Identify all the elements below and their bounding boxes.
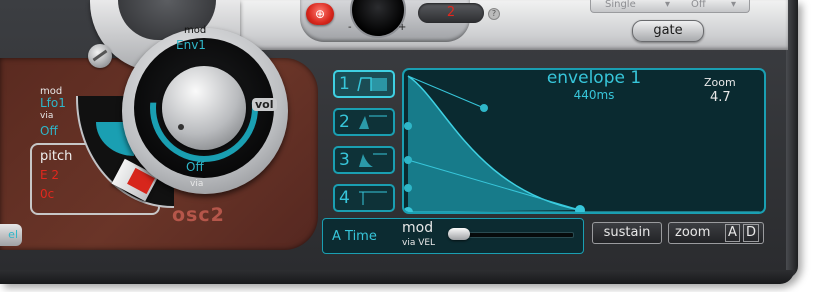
dropdown-arrow-icon: ▾ [665, 0, 671, 10]
mode-dropdown-left[interactable]: Single [605, 0, 636, 10]
envelope-selector-number: 3 [339, 150, 350, 170]
knob-indicator-icon [178, 124, 184, 130]
envelope-selector-number: 1 [339, 74, 350, 94]
envelope-shape-icon [359, 153, 387, 167]
envelope-shape-icon [359, 115, 387, 129]
left-via-label: via [40, 111, 54, 121]
sustain-button[interactable]: sustain [592, 222, 662, 244]
left-mod-source[interactable]: Lfo1 [40, 96, 66, 110]
a-time-slider-track[interactable] [454, 232, 574, 238]
envelope-shape-icon [359, 191, 387, 205]
envelope-selector-1[interactable]: 1 [333, 70, 395, 98]
a-time-label: A Time [332, 229, 377, 244]
cent-value[interactable]: 0c [40, 187, 54, 201]
envelope-handle-point [404, 184, 412, 192]
zoom-label: Zoom [704, 76, 736, 89]
vol-via-label: via [190, 179, 204, 189]
envelope-selector-3[interactable]: 3 [333, 146, 395, 174]
power-button[interactable]: ⊕ [306, 3, 334, 25]
envelope-time: 440ms [573, 88, 615, 102]
zoom-a-button[interactable]: A [725, 224, 740, 242]
envelope-selector-2[interactable]: 2 [333, 108, 395, 136]
dropdown-arrow-icon: ▾ [731, 0, 737, 10]
zoom-button-label: zoom [675, 225, 711, 240]
mode-dropdowns[interactable]: Single ▾ Off ▾ [590, 0, 750, 13]
vol-mod-label: mod [184, 25, 207, 36]
a-time-mod-label: mod [402, 220, 434, 236]
envelope-end-point [575, 205, 585, 212]
mini-knob-plus: + [398, 22, 407, 33]
synth-panel: ⊕ - + 2 ? Single ▾ Off ▾ gate el osc2 mo… [0, 0, 822, 292]
volume-knob[interactable] [162, 66, 246, 150]
mini-knob-minus: - [348, 22, 352, 33]
envelope-selector-number: 2 [339, 112, 350, 132]
vol-label: vol [252, 98, 277, 111]
envelope-handle-point [480, 104, 488, 112]
pitch-value[interactable]: E 2 [40, 168, 59, 182]
vol-via-value[interactable]: Off [186, 160, 204, 174]
envelope-handle-point [404, 156, 412, 164]
voice-number-display[interactable]: 2 [418, 3, 484, 23]
bottom-edge [0, 270, 794, 284]
zoom-d-button[interactable]: D [743, 224, 760, 242]
side-tab[interactable]: el [0, 224, 22, 246]
power-icon: ⊕ [314, 7, 326, 21]
a-time-slider-thumb[interactable] [448, 228, 470, 240]
mode-dropdown-right[interactable]: Off [691, 0, 706, 10]
vol-mod-source[interactable]: Env1 [176, 38, 206, 52]
left-via-value[interactable]: Off [40, 124, 58, 138]
info-icon[interactable]: ? [488, 8, 500, 20]
envelope-display[interactable]: envelope 1 440ms Zoom 4.7 [402, 68, 766, 214]
envelope-title: envelope 1 [546, 68, 642, 88]
envelope-handle-point [404, 122, 412, 130]
a-time-via-label[interactable]: via VEL [402, 238, 435, 248]
zoom-value[interactable]: 4.7 [710, 90, 731, 105]
envelope-selector-4[interactable]: 4 [333, 184, 395, 212]
envelope-shape-icon [357, 77, 387, 92]
osc2-label: osc2 [172, 204, 225, 226]
gate-button[interactable]: gate [632, 20, 704, 42]
envelope-selector-number: 4 [339, 188, 350, 208]
zoom-button[interactable]: zoom A D [668, 222, 764, 244]
pitch-label: pitch [40, 149, 73, 164]
